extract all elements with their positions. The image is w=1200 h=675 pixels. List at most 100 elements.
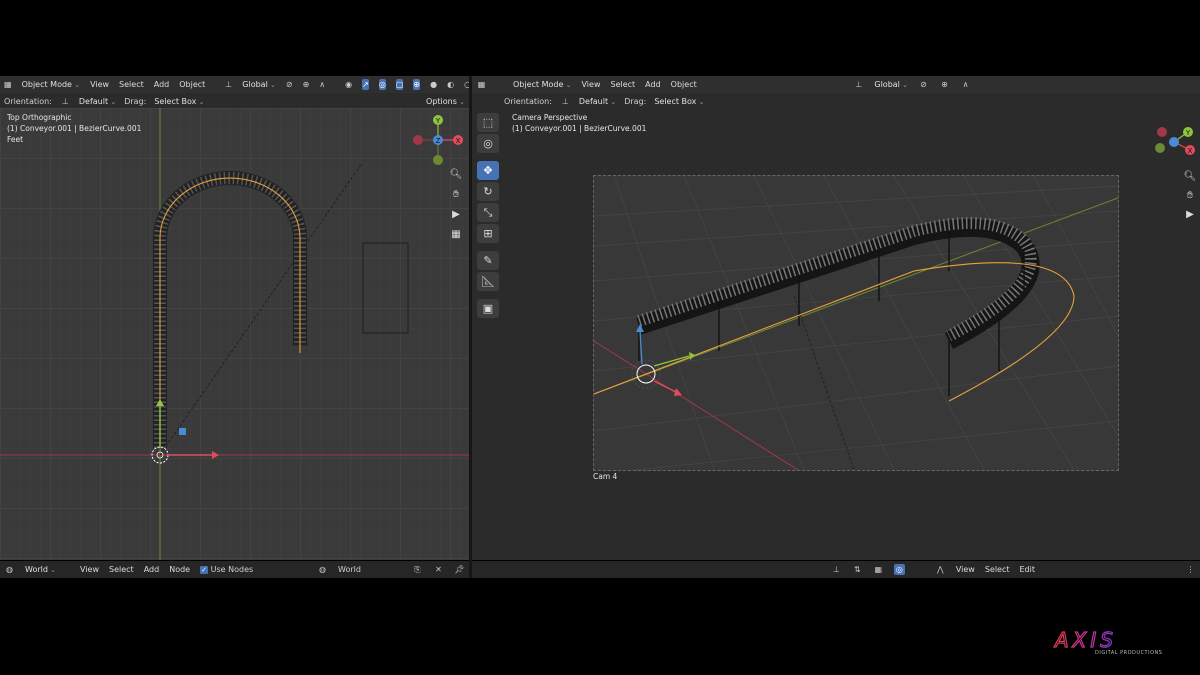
add-cube-tool-icon[interactable]: ▣: [477, 299, 499, 318]
mirror-icon[interactable]: ⇅: [852, 564, 863, 575]
view-name: Top Orthographic: [7, 113, 72, 122]
shading-wire-icon[interactable]: ⊕: [413, 79, 421, 90]
zoom-icon[interactable]: 🔍︎: [1182, 168, 1198, 184]
menu-add[interactable]: Add: [154, 80, 170, 89]
menu-edit[interactable]: Edit: [1020, 565, 1036, 574]
snap-icon[interactable]: ⊕: [303, 79, 310, 90]
pan-hand-icon[interactable]: ✋︎: [1182, 187, 1198, 203]
drag-label: Drag:: [124, 96, 147, 106]
mode-dropdown[interactable]: Object Mode: [513, 80, 572, 89]
transform-orientation-icon[interactable]: ⊥: [225, 79, 232, 90]
left-viewport-header: ▦ Object Mode View Select Add Object ⊥ G…: [0, 76, 469, 93]
world-select-dropdown[interactable]: World: [338, 565, 402, 574]
transform-orientation-dropdown[interactable]: Global: [874, 80, 908, 89]
menu-object[interactable]: Object: [179, 80, 205, 89]
drag-dropdown[interactable]: Select Box: [654, 97, 704, 106]
menu-node[interactable]: Node: [169, 565, 190, 574]
visibility-icon[interactable]: ◉: [345, 79, 352, 90]
rotate-tool-icon[interactable]: ↻: [477, 182, 499, 201]
y-axis-line: [593, 197, 1119, 395]
orientation-dropdown[interactable]: Default: [579, 97, 616, 106]
editor-type-icon[interactable]: ⋀: [935, 564, 946, 575]
menu-add[interactable]: Add: [645, 80, 661, 89]
conveyor-track: [636, 219, 1040, 349]
gizmo-toggle-icon[interactable]: ↗: [362, 79, 369, 90]
new-world-icon[interactable]: ⎘: [412, 564, 423, 575]
scale-tool-icon[interactable]: ⤡: [477, 203, 499, 222]
menu-select[interactable]: Select: [610, 80, 635, 89]
menu-view[interactable]: View: [90, 80, 109, 89]
shading-material-icon[interactable]: ◐: [447, 79, 454, 90]
right-viewport-subheader: Orientation: ⊥ Default Drag: Select Box: [472, 93, 1200, 109]
orientation-label: Orientation:: [504, 96, 552, 106]
watermark-logo: AXIS DIGITAL PRODUCTIONS: [1045, 627, 1180, 660]
proportional-edit-icon[interactable]: ∧: [319, 79, 325, 90]
right-3d-viewport[interactable]: Camera Perspective (1) Conveyor.001 | Be…: [472, 108, 1200, 560]
gizmo-y-label: Y: [1185, 129, 1191, 137]
menu-select[interactable]: Select: [119, 80, 144, 89]
object-info: (1) Conveyor.001 | BezierCurve.001: [7, 124, 142, 133]
options-dropdown[interactable]: Options: [426, 97, 465, 106]
left-3d-viewport[interactable]: Top Orthographic (1) Conveyor.001 | Bezi…: [0, 108, 469, 560]
gizmo-x-label: X: [1188, 147, 1193, 155]
menu-add[interactable]: Add: [144, 565, 160, 574]
xray-icon[interactable]: ▢: [395, 79, 404, 90]
navigation-gizmo[interactable]: Y X: [1150, 118, 1200, 168]
transform-tool-icon[interactable]: ⊞: [477, 224, 499, 243]
shading-solid-icon[interactable]: ●: [430, 79, 437, 90]
right-bottom-bar: ⊥ ⇅ ▦ ◎ ⋀ View Select Edit ⋮: [472, 561, 1200, 578]
mode-dropdown[interactable]: Object Mode: [22, 80, 81, 89]
camera-frame: [593, 175, 1119, 471]
gizmo-x-arrow: [653, 380, 677, 393]
left-bottom-bar: ◍ World View Select Add Node ✓ Use Nodes…: [0, 561, 469, 578]
filter-icon[interactable]: ⋮: [1185, 564, 1196, 575]
object-info: (1) Conveyor.001 | BezierCurve.001: [512, 124, 647, 133]
overlay-toggle-icon[interactable]: ◎: [378, 79, 386, 90]
orientation-icon: ⊥: [61, 96, 69, 106]
close-icon[interactable]: ✕: [433, 564, 444, 575]
snap-icon[interactable]: ⊕: [939, 79, 950, 90]
world-dropdown[interactable]: World: [25, 565, 56, 574]
pan-hand-icon[interactable]: ✋︎: [448, 186, 464, 202]
proportional-edit-icon[interactable]: ∧: [960, 79, 971, 90]
unit-label: Feet: [7, 135, 24, 144]
transform-orientation-dropdown[interactable]: Global: [242, 80, 276, 89]
select-box-tool-icon[interactable]: ⬚: [477, 113, 499, 132]
tool-shelf: ⬚ ◎ ✥ ↻ ⤡ ⊞ ✎ 📐︎ ▣: [477, 113, 499, 318]
menu-view[interactable]: View: [80, 565, 99, 574]
gizmo-z-label: Z: [436, 137, 441, 145]
world-icon[interactable]: ◍: [4, 564, 15, 575]
measure-tool-icon[interactable]: 📐︎: [477, 272, 499, 291]
orientation-dropdown[interactable]: Default: [79, 97, 116, 106]
zoom-icon[interactable]: 🔍︎: [448, 166, 464, 182]
pivot-icon[interactable]: ⊘: [918, 79, 929, 90]
transform-orientation-icon[interactable]: ⊥: [853, 79, 864, 90]
orientation-icon: ⊥: [561, 96, 569, 106]
menu-object[interactable]: Object: [671, 80, 697, 89]
watermark-tagline: DIGITAL PRODUCTIONS: [1095, 650, 1163, 656]
top-ortho-scene: [0, 108, 469, 560]
cursor-tool-icon[interactable]: ◎: [477, 134, 499, 153]
editor-type-icon[interactable]: ▦: [476, 79, 487, 90]
grid-icon[interactable]: ▦: [873, 564, 884, 575]
camera-view-icon[interactable]: ▶: [448, 206, 464, 222]
use-nodes-checkbox[interactable]: ✓ Use Nodes: [200, 565, 253, 574]
menu-view[interactable]: View: [582, 80, 601, 89]
camera-view-icon[interactable]: ▶: [1182, 206, 1198, 222]
editor-type-icon[interactable]: ▦: [4, 79, 12, 90]
drag-dropdown[interactable]: Select Box: [154, 97, 204, 106]
move-tool-icon[interactable]: ✥: [477, 161, 499, 180]
editor-divider[interactable]: [469, 76, 472, 578]
right-viewport-header: ▦ Object Mode View Select Add Object ⊥ G…: [472, 76, 1200, 93]
navigation-gizmo[interactable]: Y X Z: [410, 112, 469, 172]
frame-icon[interactable]: ⊥: [831, 564, 842, 575]
world-select-icon[interactable]: ◍: [317, 564, 328, 575]
pin-icon[interactable]: 📌︎: [454, 564, 465, 575]
pivot-icon[interactable]: ⊘: [286, 79, 293, 90]
overlay-icon[interactable]: ◎: [893, 564, 905, 575]
menu-select[interactable]: Select: [109, 565, 134, 574]
grid-ortho-icon[interactable]: ▦: [448, 226, 464, 242]
menu-view[interactable]: View: [956, 565, 975, 574]
menu-select[interactable]: Select: [985, 565, 1010, 574]
annotate-tool-icon[interactable]: ✎: [477, 251, 499, 270]
